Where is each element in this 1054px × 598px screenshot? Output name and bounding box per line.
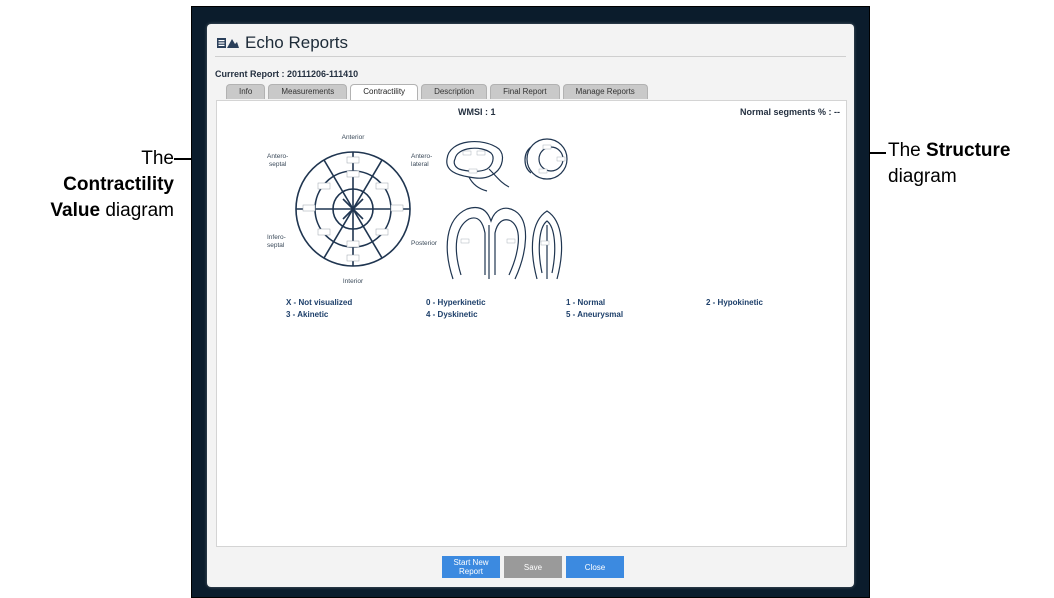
legend-item: 1 - Normal xyxy=(566,298,606,307)
title-divider xyxy=(215,56,846,57)
legend-item: 2 - Hypokinetic xyxy=(706,298,763,307)
callout-left-line2: Contractility xyxy=(63,174,174,195)
callout-left-line3: Value diagram xyxy=(0,198,174,224)
legend-item: X - Not visualized xyxy=(286,298,353,307)
current-report-label: Current Report : 20111206-111410 xyxy=(215,69,359,79)
callout-left-bold: Value xyxy=(50,200,101,221)
normal-segments-value: Normal segments % : -- xyxy=(739,107,840,117)
start-new-line1: Start New xyxy=(453,558,489,567)
contractility-panel: WMSI : 1 Normal segments % : -- Anterior… xyxy=(216,100,847,547)
label-anterior: Anterior xyxy=(342,134,366,141)
report-tabs: Info Measurements Contractility Descript… xyxy=(226,84,648,100)
start-new-report-label: Start New Report xyxy=(453,558,488,576)
legend-item: 5 - Aneurysmal xyxy=(566,310,624,319)
contractility-legend: X - Not visualized 0 - Hyperkinetic 1 - … xyxy=(286,298,806,319)
close-button[interactable]: Close xyxy=(566,556,624,578)
app-frame: Echo Reports Current Report : 20111206-1… xyxy=(191,6,870,598)
legend-item: 3 - Akinetic xyxy=(286,310,329,319)
tab-final-report[interactable]: Final Report xyxy=(490,84,560,99)
dialog-title-text: Echo Reports xyxy=(245,33,348,52)
callout-left-rest: diagram xyxy=(100,200,174,221)
tab-manage-reports[interactable]: Manage Reports xyxy=(562,84,648,99)
echo-reports-dialog: Echo Reports Current Report : 20111206-1… xyxy=(207,24,854,587)
tab-measurements[interactable]: Measurements xyxy=(268,84,348,99)
label-infero-septal-2: septal xyxy=(267,242,285,249)
callout-right-bold: Structure xyxy=(926,140,1011,161)
callout-right-the: The xyxy=(888,140,927,161)
legend-item: 4 - Dyskinetic xyxy=(426,310,478,319)
wmsi-value: WMSI : 1 xyxy=(458,107,496,117)
dialog-title: Echo Reports xyxy=(217,30,348,56)
callout-right-line2: diagram xyxy=(888,166,957,187)
callout-left-line1: The xyxy=(141,148,174,169)
echo-reports-icon xyxy=(217,38,239,48)
dialog-buttons: Start New Report Save Close xyxy=(442,556,624,578)
label-interior: Interior xyxy=(343,278,364,285)
callout-right-line1: The Structure xyxy=(888,138,1054,164)
legend-item: 0 - Hyperkinetic xyxy=(426,298,486,307)
save-button[interactable]: Save xyxy=(504,556,562,578)
label-antero-septal-1: Antero- xyxy=(267,153,288,160)
tab-contractility[interactable]: Contractility xyxy=(350,84,419,100)
callout-structure: The Structure diagram xyxy=(888,138,1054,190)
start-new-line2: Report xyxy=(458,567,483,576)
tab-info[interactable]: Info xyxy=(226,84,266,99)
label-antero-lateral-1: Antero- xyxy=(411,153,432,160)
label-antero-lateral-2: lateral xyxy=(411,161,429,168)
tab-description[interactable]: Description xyxy=(421,84,488,99)
callout-contractility: The Contractility Value diagram xyxy=(0,146,174,224)
structure-diagram[interactable] xyxy=(439,129,579,289)
label-infero-septal-1: Infero- xyxy=(267,234,286,241)
contractility-value-diagram[interactable]: Anterior Antero- septal Antero- lateral … xyxy=(263,117,443,287)
label-antero-septal-2: septal xyxy=(269,161,287,168)
label-posterior: Posterior xyxy=(411,240,438,247)
start-new-report-button[interactable]: Start New Report xyxy=(442,556,500,578)
